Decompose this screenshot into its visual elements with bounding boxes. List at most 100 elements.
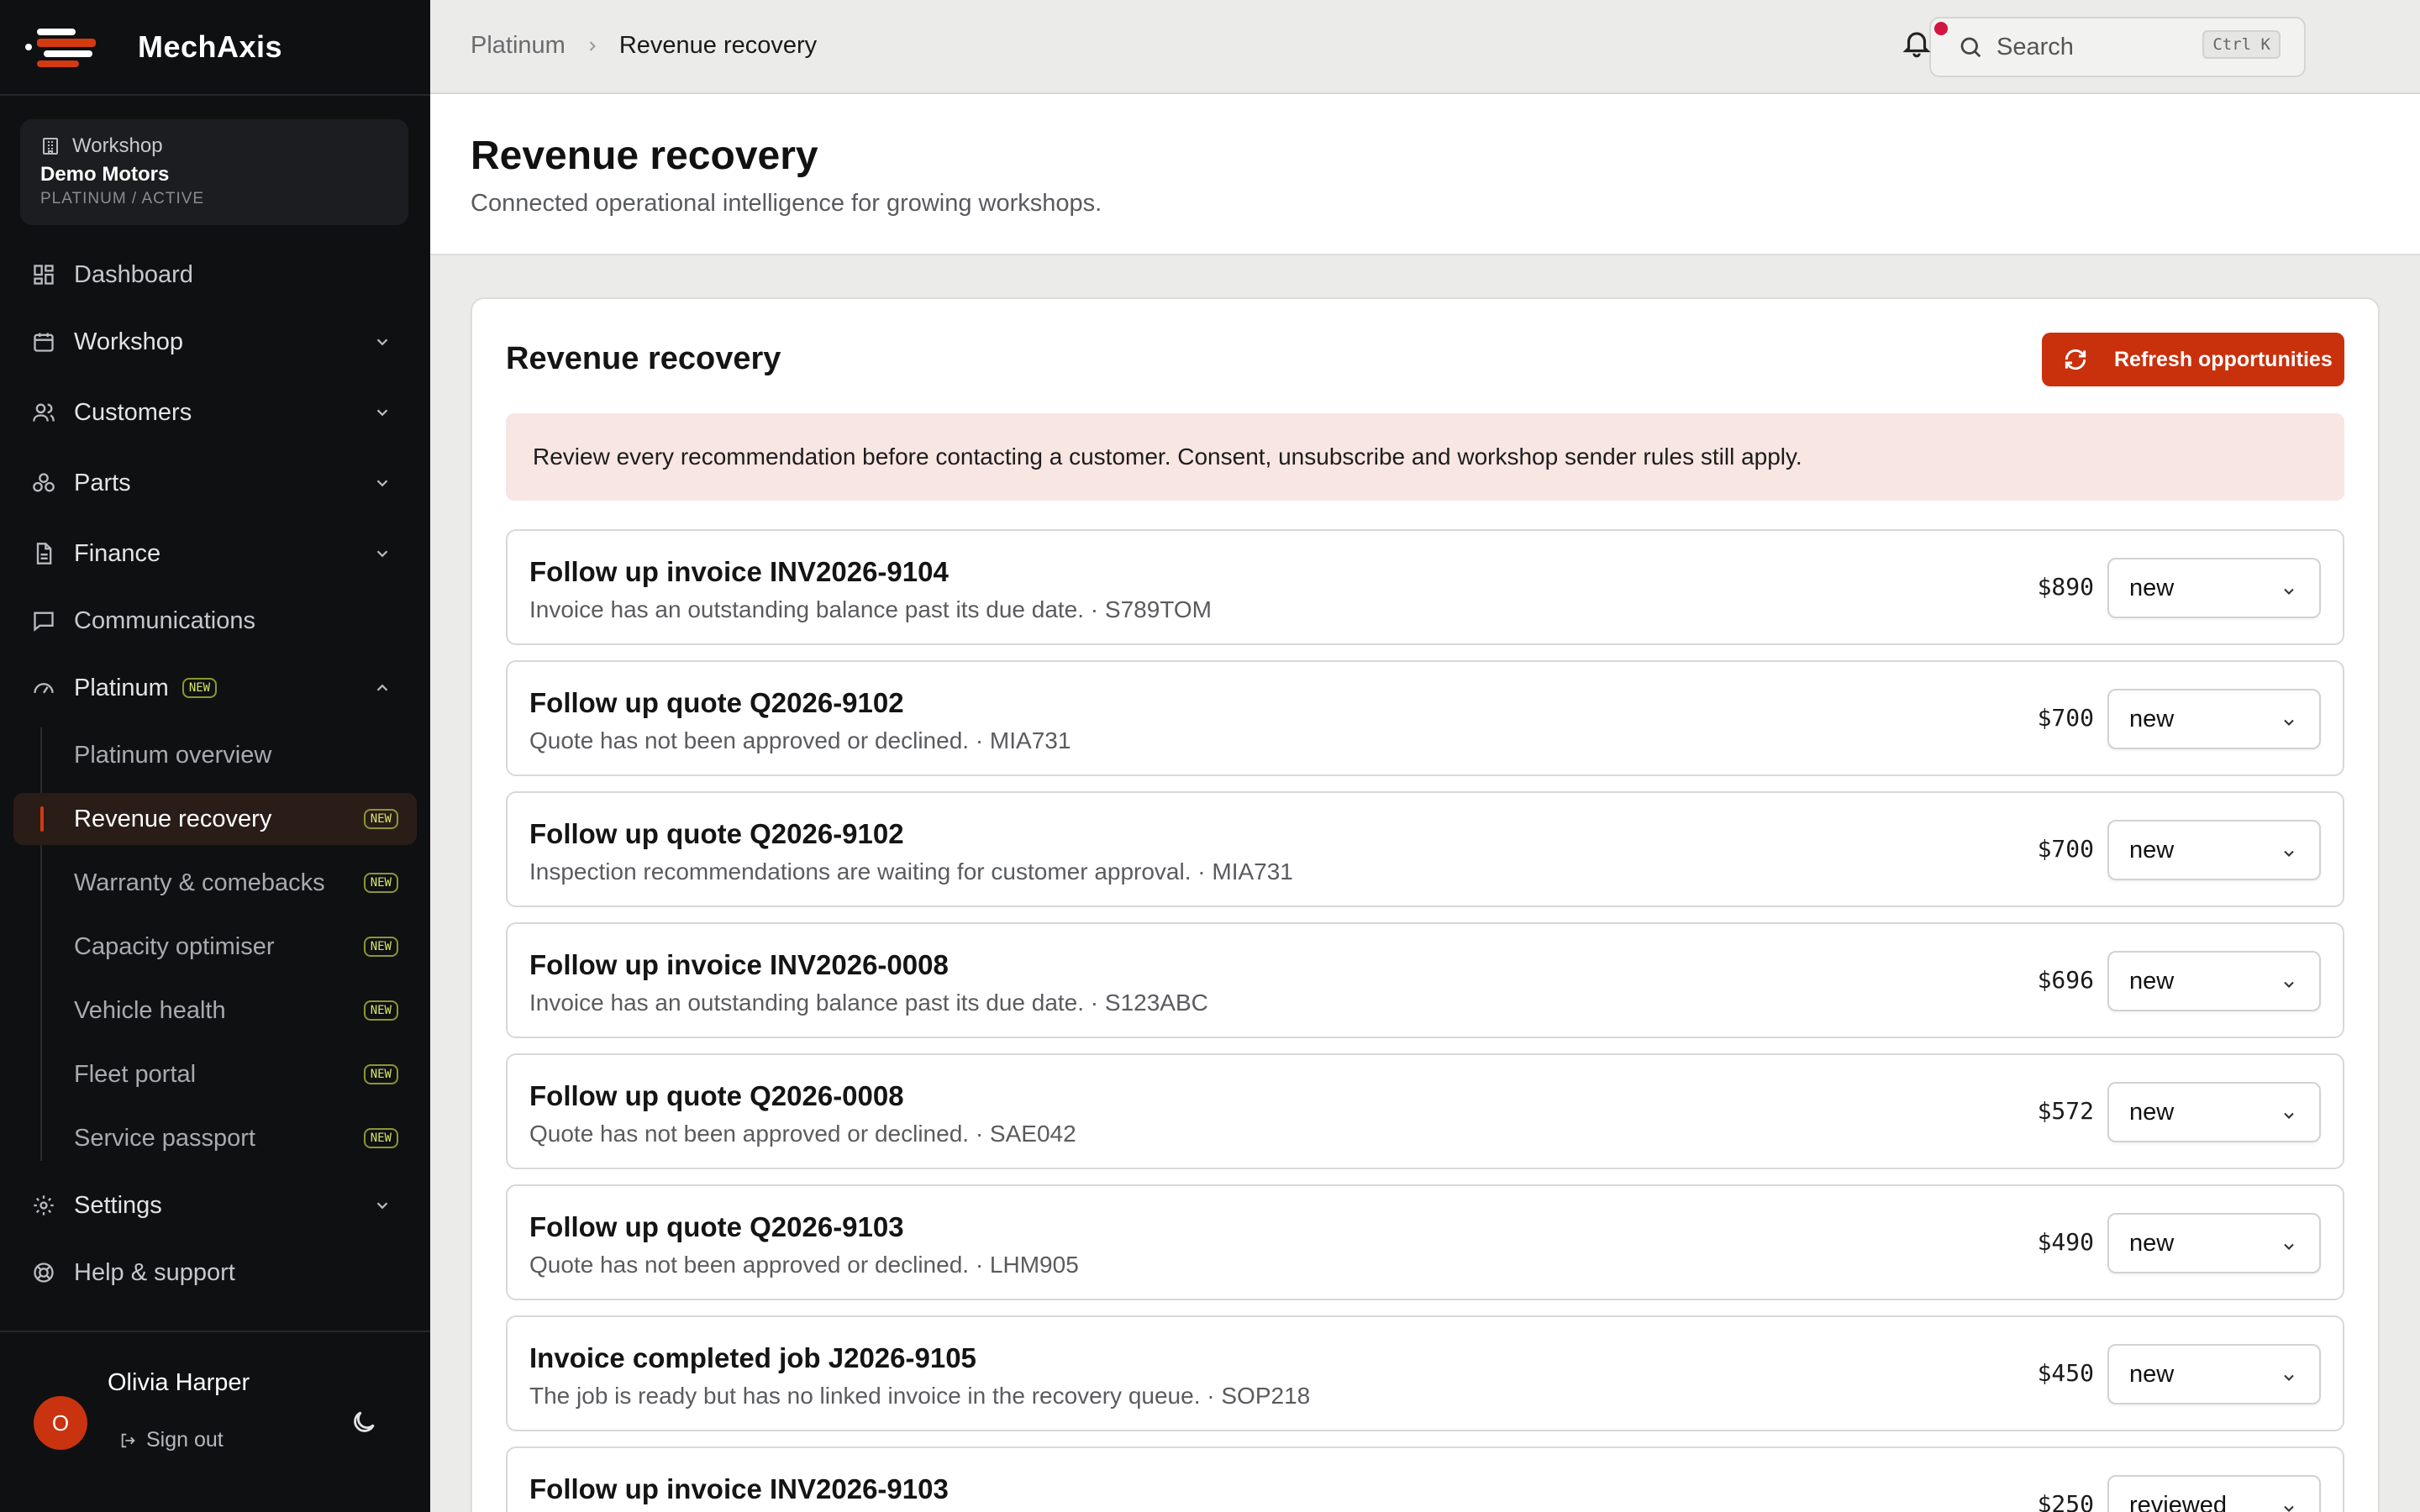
nav-sub-label: Vehicle health	[74, 996, 226, 1024]
workspace-name: Demo Motors	[40, 163, 170, 186]
chevron-down-icon	[2284, 1112, 2294, 1119]
nav-sub-revenue-recovery[interactable]: Revenue recovery NEW	[13, 793, 417, 845]
opportunity-amount: $572	[2037, 1097, 2094, 1125]
chevron-down-icon	[2284, 981, 2294, 988]
brand-logo[interactable]: MechAxis	[0, 0, 430, 96]
nav-sub-fleet-portal[interactable]: Fleet portal NEW	[13, 1048, 417, 1100]
status-select[interactable]: new	[2107, 951, 2321, 1011]
opportunity-row[interactable]: Invoice completed job J2026-9105 The job…	[506, 1315, 2344, 1431]
nav-platinum[interactable]: Platinum NEW	[13, 662, 417, 714]
opportunity-description: The job is ready but has no linked invoi…	[529, 1383, 1311, 1409]
status-select[interactable]: new	[2107, 1213, 2321, 1273]
workspace-label: Workshop	[72, 134, 163, 157]
opportunity-amount: $250	[2037, 1490, 2094, 1512]
new-badge: NEW	[363, 1000, 398, 1021]
nav-sub-platinum-overview[interactable]: Platinum overview	[13, 729, 417, 781]
dashboard-icon	[30, 261, 57, 288]
divider	[0, 1331, 430, 1332]
new-badge: NEW	[363, 1064, 398, 1084]
revenue-recovery-card: Revenue recovery Refresh opportunities R…	[471, 297, 2380, 1512]
bell-icon[interactable]	[1901, 27, 1933, 59]
sign-out-button[interactable]: Sign out	[119, 1428, 224, 1452]
workspace-switcher[interactable]: Workshop Demo Motors PLATINUM / ACTIVE	[20, 119, 408, 225]
gauge-icon	[30, 675, 57, 701]
calendar-icon	[30, 328, 57, 355]
opportunity-amount: $490	[2037, 1228, 2094, 1256]
status-select[interactable]: reviewed	[2107, 1475, 2321, 1512]
nav-parts[interactable]: Parts	[13, 457, 417, 509]
users-icon	[30, 399, 57, 426]
sign-out-icon	[121, 1433, 135, 1447]
opportunity-description: Inspection recommendations are waiting f…	[529, 858, 1293, 885]
document-icon	[30, 540, 57, 567]
nav-communications[interactable]: Communications	[13, 595, 417, 647]
nav-sub-label: Fleet portal	[74, 1060, 197, 1088]
nav-customers[interactable]: Customers	[13, 386, 417, 438]
status-select[interactable]: new	[2107, 1344, 2321, 1404]
nav-help[interactable]: Help & support	[13, 1247, 417, 1299]
opportunity-row[interactable]: Follow up invoice INV2026-9104 Invoice h…	[506, 529, 2344, 645]
refresh-opportunities-button[interactable]: Refresh opportunities	[2042, 333, 2344, 386]
opportunity-description: Quote has not been approved or declined.…	[529, 1121, 1076, 1147]
search-icon	[1960, 37, 1981, 58]
brand-name: MechAxis	[138, 29, 283, 64]
nav-finance[interactable]: Finance	[13, 528, 417, 580]
chevron-down-icon	[2284, 1505, 2294, 1512]
opportunity-amount: $696	[2037, 966, 2094, 994]
nav-sub-warranty-comebacks[interactable]: Warranty & comebacks NEW	[13, 857, 417, 909]
chevron-down-icon	[376, 1202, 388, 1210]
nav-sub-service-passport[interactable]: Service passport NEW	[13, 1112, 417, 1164]
status-select[interactable]: new	[2107, 558, 2321, 618]
nav-dashboard[interactable]: Dashboard	[13, 249, 417, 301]
nav-sub-label: Service passport	[74, 1124, 255, 1152]
chevron-down-icon	[2284, 1374, 2294, 1381]
lifebuoy-icon	[30, 1259, 57, 1286]
page-header: Revenue recovery Connected operational i…	[430, 94, 2420, 255]
search-input[interactable]: Search Ctrl K	[1929, 17, 2306, 77]
new-badge: NEW	[182, 678, 218, 698]
status-value: new	[2129, 836, 2175, 864]
breadcrumb-platinum[interactable]: Platinum	[471, 32, 566, 60]
nav-finance-label: Finance	[74, 539, 161, 567]
opportunity-description: Quote has not been approved or declined.…	[529, 727, 1071, 753]
page-subtitle: Connected operational intelligence for g…	[471, 190, 1102, 217]
workspace-plan: PLATINUM / ACTIVE	[40, 190, 205, 207]
nav-platinum-label: Platinum	[74, 674, 169, 701]
new-badge: NEW	[363, 873, 398, 893]
opportunity-title: Follow up invoice INV2026-9104	[529, 556, 949, 587]
new-badge: NEW	[363, 937, 398, 957]
nav-dashboard-label: Dashboard	[74, 260, 193, 288]
nav-sub-label: Platinum overview	[74, 741, 272, 769]
nav-customers-label: Customers	[74, 398, 192, 426]
breadcrumb-current: Revenue recovery	[618, 32, 818, 59]
nav-workshop-label: Workshop	[74, 328, 184, 355]
page-title: Revenue recovery	[471, 134, 818, 178]
opportunity-amount: $890	[2037, 573, 2094, 601]
opportunity-row[interactable]: Follow up quote Q2026-9102 Inspection re…	[506, 791, 2344, 907]
status-value: new	[2129, 574, 2175, 601]
chevron-down-icon	[376, 480, 388, 487]
opportunity-row[interactable]: Follow up quote Q2026-9103 Quote has not…	[506, 1184, 2344, 1300]
opportunity-title: Follow up invoice INV2026-9103	[529, 1473, 949, 1504]
status-select[interactable]: new	[2107, 820, 2321, 880]
status-select[interactable]: new	[2107, 689, 2321, 749]
status-select[interactable]: new	[2107, 1082, 2321, 1142]
opportunity-row[interactable]: Follow up quote Q2026-0008 Quote has not…	[506, 1053, 2344, 1169]
nav-settings-label: Settings	[74, 1191, 162, 1219]
opportunity-row[interactable]: Follow up quote Q2026-9102 Quote has not…	[506, 660, 2344, 776]
nav-sub-vehicle-health[interactable]: Vehicle health NEW	[13, 984, 417, 1037]
nav-sub-label: Capacity optimiser	[74, 932, 275, 960]
nav-workshop[interactable]: Workshop	[13, 316, 417, 368]
avatar[interactable]: O	[34, 1396, 87, 1450]
moon-icon[interactable]	[350, 1408, 378, 1436]
gear-icon	[30, 1192, 57, 1219]
top-bar: Platinum Revenue recovery Search Ctrl K	[430, 0, 2420, 94]
nav-settings[interactable]: Settings	[13, 1179, 417, 1231]
opportunity-row[interactable]: Follow up invoice INV2026-9103 $250 revi…	[506, 1446, 2344, 1512]
opportunity-title: Invoice completed job J2026-9105	[529, 1342, 976, 1373]
nav-sub-capacity-optimiser[interactable]: Capacity optimiser NEW	[13, 921, 417, 973]
sidebar: MechAxis Workshop Demo Motors PLATINUM /…	[0, 0, 430, 1512]
chevron-down-icon	[376, 409, 388, 417]
opportunity-row[interactable]: Follow up invoice INV2026-0008 Invoice h…	[506, 922, 2344, 1038]
consent-notice: Review every recommendation before conta…	[506, 413, 2344, 501]
